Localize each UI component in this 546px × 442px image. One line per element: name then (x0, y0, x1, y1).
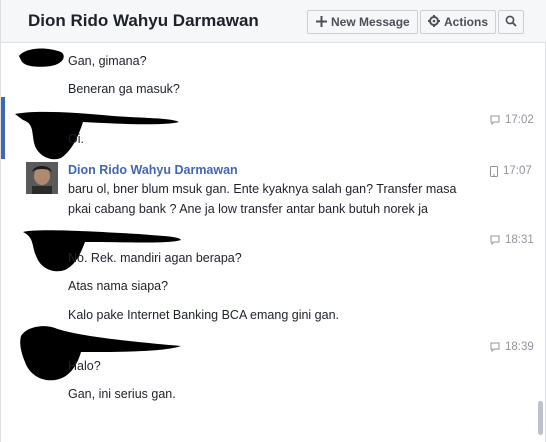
message-text: Oi. (68, 132, 84, 146)
chat-bubble-icon (490, 115, 500, 125)
message-text: Atas nama siapa? (68, 279, 169, 293)
mobile-phone-icon (490, 165, 498, 177)
chat-bubble-icon (490, 235, 500, 245)
message-text: Gan, ini serius gan. (68, 387, 176, 401)
message-timestamp: 17:07 (490, 165, 532, 177)
scrollbar-thumb[interactable] (538, 401, 543, 435)
avatar[interactable] (26, 162, 58, 194)
message-text: Beneran ga masuk? (68, 82, 180, 96)
message-text: No. Rek. mandiri agan berapa? (68, 251, 242, 265)
gear-icon (428, 15, 440, 29)
message-text: Kalo pake Internet Banking BCA emang gin… (68, 308, 340, 322)
message-text: baru ol, bner blum msuk gan. Ente kyakny… (68, 182, 457, 216)
message-timestamp: 18:39 (490, 341, 534, 353)
actions-button[interactable]: Actions (420, 10, 496, 34)
search-icon (505, 15, 517, 30)
redacted-avatar-scribble (19, 48, 64, 67)
chat-bubble-icon (490, 342, 500, 352)
new-message-button[interactable]: New Message (307, 10, 418, 34)
plus-icon (316, 15, 327, 29)
message-text: Halo? (68, 359, 101, 373)
message-sender-name[interactable]: Dion Rido Wahyu Darmawan (68, 163, 238, 177)
new-message-label: New Message (331, 15, 410, 29)
message-timestamp: 17:02 (490, 114, 534, 126)
redacted-avatar-scribble (15, 111, 179, 160)
search-button[interactable] (498, 10, 524, 34)
active-conversation-indicator (1, 97, 5, 159)
message-text: Gan, gimana? (68, 54, 147, 68)
message-timestamp: 18:31 (490, 234, 534, 246)
conversation-title: Dion Rido Wahyu Darmawan (28, 11, 259, 30)
redacted-avatar-scribble (23, 230, 181, 272)
conversation-window: Dion Rido Wahyu Darmawan New Message Act… (0, 0, 546, 442)
conversation-header: Dion Rido Wahyu Darmawan New Message Act… (1, 0, 546, 43)
redacted-avatar-scribble (20, 326, 181, 381)
actions-label: Actions (444, 15, 489, 29)
